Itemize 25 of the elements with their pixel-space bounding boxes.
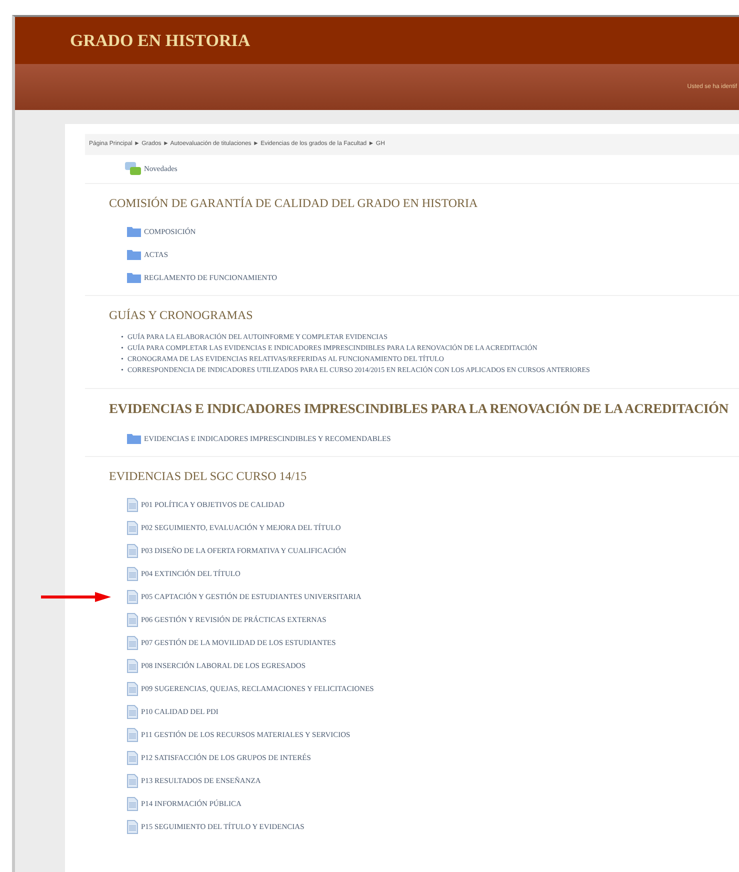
section-heading: GUÍAS Y CRONOGRAMAS — [109, 307, 254, 324]
folder-icon — [127, 272, 141, 283]
document-icon — [127, 820, 138, 834]
folder-icon — [127, 226, 141, 237]
folder-icon — [127, 249, 141, 260]
section-heading: EVIDENCIAS E INDICADORES IMPRESCINDIBLES PARA LA RENOVACIÓN DE LA ACREDITACIÓN — [109, 400, 730, 418]
folder-icon — [127, 433, 141, 444]
document-icon — [127, 728, 138, 742]
section-heading: EVIDENCIAS DEL SGC CURSO 14/15 — [109, 468, 308, 486]
site-title: GRADO EN HISTORIA — [70, 30, 250, 52]
document-icon — [127, 796, 138, 811]
document-icon — [127, 590, 138, 604]
document-icon — [127, 636, 138, 650]
document-icon — [127, 658, 138, 673]
document-icon — [127, 520, 138, 535]
document-icon — [127, 498, 138, 512]
document-icon — [127, 612, 138, 627]
document-icon — [127, 750, 138, 765]
document-icon — [127, 774, 138, 788]
forum-icon — [125, 162, 141, 176]
document-icon — [127, 544, 138, 558]
document-icon — [127, 682, 138, 696]
section-heading: COMISIÓN DE GARANTÍA DE CALIDAD DEL GRADO EN HISTORIA — [109, 195, 479, 212]
document-icon — [127, 704, 138, 719]
document-icon — [127, 566, 138, 581]
